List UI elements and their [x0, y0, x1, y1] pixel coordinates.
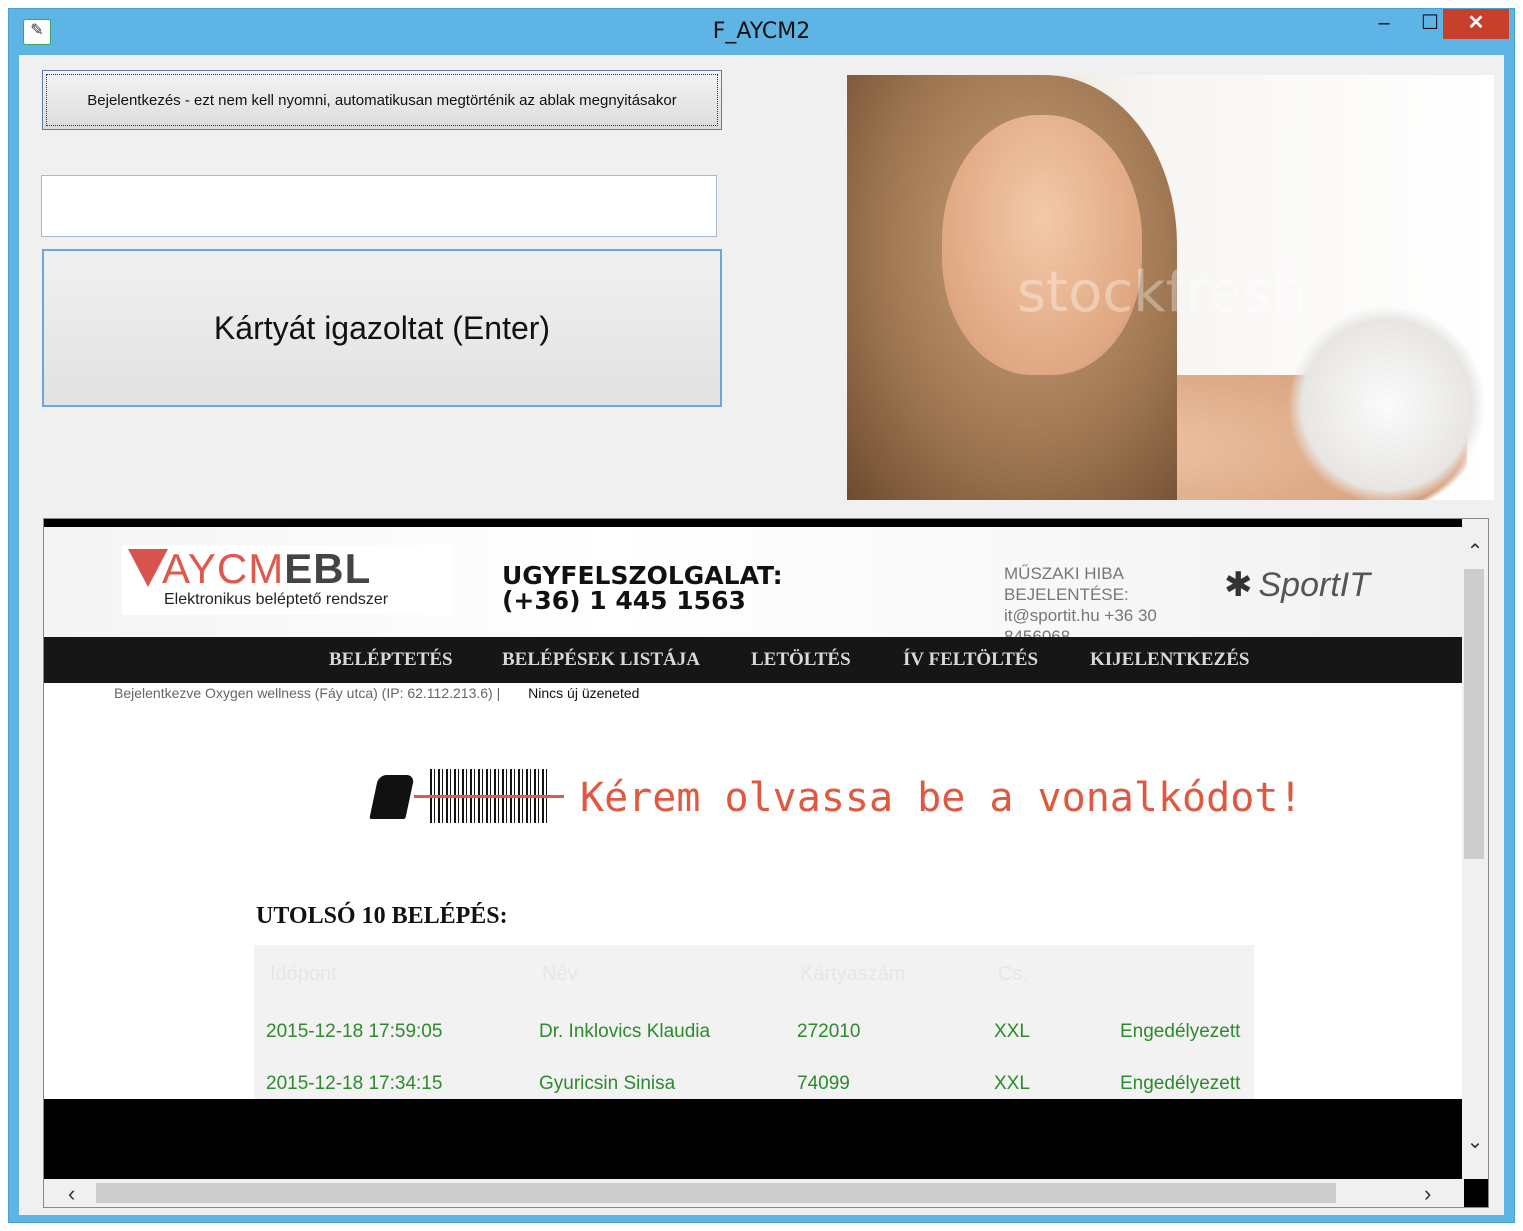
status-login: Bejelentkezve Oxygen wellness (Fáy utca)…: [114, 685, 501, 701]
status-line: Bejelentkezve Oxygen wellness (Fáy utca)…: [114, 685, 639, 701]
table-cell: 74099: [797, 1073, 850, 1094]
close-button[interactable]: ✕: [1443, 9, 1509, 39]
support-title: UGYFELSZOLGALAT:: [502, 561, 783, 590]
horizontal-scrollbar[interactable]: ‹ ›: [44, 1179, 1464, 1207]
table-cell: Engedélyezett: [1120, 1021, 1241, 1042]
verify-card-button[interactable]: Kártyát igazoltat (Enter): [42, 249, 722, 407]
sportit-logo[interactable]: ✱ SportIT: [1224, 565, 1370, 605]
logo-part1: AYCM: [162, 545, 285, 592]
barcode-scanner-icon: [369, 775, 415, 819]
table-cell: XXL: [994, 1073, 1030, 1094]
laser-line: [414, 795, 564, 798]
scroll-right-icon[interactable]: ›: [1424, 1181, 1431, 1207]
table-cell: Engedélyezett: [1120, 1073, 1241, 1094]
vertical-scroll-thumb[interactable]: [1464, 569, 1484, 859]
table-cell: 272010: [797, 1021, 861, 1042]
status-message[interactable]: Nincs új üzeneted: [528, 685, 639, 701]
sportit-text: SportIT: [1258, 566, 1370, 604]
table-cell: Dr. Inklovics Klaudia: [539, 1021, 711, 1042]
nav-belepesek-listaja[interactable]: BELÉPÉSEK LISTÁJA: [502, 649, 700, 671]
support-info: UGYFELSZOLGALAT: (+36) 1 445 1563: [502, 563, 783, 613]
member-photo: stockfresh: [847, 75, 1494, 500]
scroll-down-icon[interactable]: ⌄: [1462, 1129, 1488, 1154]
last-entries-title: UTOLSÓ 10 BELÉPÉS:: [256, 903, 508, 929]
table-header: Kártyaszám: [800, 963, 906, 985]
window-client-area: Bejelentkezés - ezt nem kell nyomni, aut…: [19, 55, 1504, 1215]
site-logo[interactable]: AYCMEBL Elektronikus beléptető rendszer: [122, 545, 452, 615]
tech-title2: BEJELENTÉSE:: [1004, 585, 1129, 604]
photo-wing: [1287, 305, 1487, 500]
entries-table: Időpont Név Kártyaszám Cs. 2015-12-18 17…: [254, 945, 1254, 1099]
horizontal-scroll-thumb[interactable]: [96, 1183, 1336, 1203]
table-cell: 2015-12-18 17:59:05: [266, 1021, 443, 1042]
nav-beleptetes[interactable]: BELÉPTETÉS: [329, 649, 453, 671]
table-cell: 2015-12-18 17:34:15: [266, 1073, 443, 1094]
card-number-input[interactable]: [41, 175, 717, 237]
embedded-browser[interactable]: AYCMEBL Elektronikus beléptető rendszer …: [43, 518, 1489, 1208]
app-window: ✎ F_AYCM2 – ☐ ✕ Bejelentkezés - ezt nem …: [8, 8, 1515, 1223]
table-header: Időpont: [270, 963, 337, 985]
support-phone: (+36) 1 445 1563: [502, 586, 746, 615]
table-cell: XXL: [994, 1021, 1030, 1042]
table-header: Cs.: [998, 963, 1028, 985]
logo-part2: EBL: [284, 545, 372, 592]
tech-title: MŰSZAKI HIBA: [1004, 564, 1124, 583]
logo-text: AYCMEBL: [162, 545, 371, 593]
web-page: AYCMEBL Elektronikus beléptető rendszer …: [44, 527, 1464, 1099]
scroll-left-icon[interactable]: ‹: [68, 1181, 75, 1207]
nav-letoltes[interactable]: LETÖLTÉS: [751, 649, 851, 671]
scroll-up-icon[interactable]: ⌃: [1462, 539, 1488, 564]
table-header: Név: [542, 963, 578, 985]
sportit-mark-icon: ✱: [1224, 566, 1253, 604]
main-nav: BELÉPTETÉS BELÉPÉSEK LISTÁJA LETÖLTÉS ÍV…: [44, 637, 1464, 683]
photo-watermark: stockfresh: [1017, 260, 1307, 325]
title-bar[interactable]: ✎ F_AYCM2 – ☐ ✕: [9, 9, 1514, 55]
login-button[interactable]: Bejelentkezés - ezt nem kell nyomni, aut…: [42, 70, 722, 130]
tech-support: MŰSZAKI HIBA BEJELENTÉSE: it@sportit.hu …: [1004, 563, 1157, 647]
photo-face: [942, 115, 1142, 375]
tech-contact[interactable]: it@sportit.hu +36 30: [1004, 605, 1157, 626]
window-title: F_AYCM2: [712, 19, 811, 44]
vertical-scrollbar[interactable]: ⌃ ⌄: [1462, 519, 1488, 1179]
nav-iv-feltoltes[interactable]: ÍV FELTÖLTÉS: [903, 649, 1038, 671]
site-header: AYCMEBL Elektronikus beléptető rendszer …: [44, 527, 1464, 646]
nav-kijelentkezes[interactable]: KIJELENTKEZÉS: [1090, 649, 1249, 671]
table-cell: Gyuricsin Sinisa: [539, 1073, 676, 1094]
logo-subtitle: Elektronikus beléptető rendszer: [164, 591, 389, 608]
minimize-button[interactable]: –: [1361, 9, 1407, 39]
scan-prompt-text: Kérem olvassa be a vonalkódot!: [580, 775, 1303, 821]
